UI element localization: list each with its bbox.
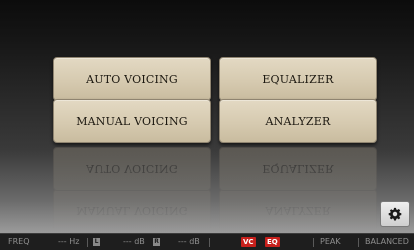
freq-label: FREQ	[8, 237, 30, 246]
equalizer-reflection: EQUALIZER	[219, 147, 377, 191]
divider	[358, 238, 359, 247]
mode-label: BALANCED	[365, 237, 409, 246]
status-bar: FREQ --- Hz L --- dB R --- dB VC EQ PEAK…	[0, 233, 414, 250]
divider	[209, 238, 210, 247]
right-level-value: --- dB	[178, 237, 200, 246]
auto-voicing-reflection: AUTO VOICING	[53, 147, 211, 191]
right-channel-badge: R	[153, 238, 160, 246]
analyzer-reflection: ANALYZER	[219, 189, 377, 233]
analyzer-button[interactable]: ANALYZER	[219, 99, 377, 143]
left-level-value: --- dB	[123, 237, 145, 246]
divider	[313, 238, 314, 247]
gear-icon	[388, 207, 402, 221]
vc-badge: VC	[241, 237, 256, 247]
button-reflection: MANUAL VOICING ANALYZER AUTO VOICING EQU…	[0, 141, 414, 233]
peak-label: PEAK	[320, 237, 341, 246]
left-channel-badge: L	[93, 238, 100, 246]
settings-button[interactable]	[380, 201, 410, 227]
auto-voicing-button[interactable]: AUTO VOICING	[53, 57, 211, 101]
equalizer-button[interactable]: EQUALIZER	[219, 57, 377, 101]
freq-value: --- Hz	[58, 237, 80, 246]
divider	[87, 238, 88, 247]
app-screen: AUTO VOICING EQUALIZER MANUAL VOICING AN…	[0, 0, 414, 250]
eq-badge: EQ	[265, 237, 280, 247]
manual-voicing-reflection: MANUAL VOICING	[53, 189, 211, 233]
manual-voicing-button[interactable]: MANUAL VOICING	[53, 99, 211, 143]
